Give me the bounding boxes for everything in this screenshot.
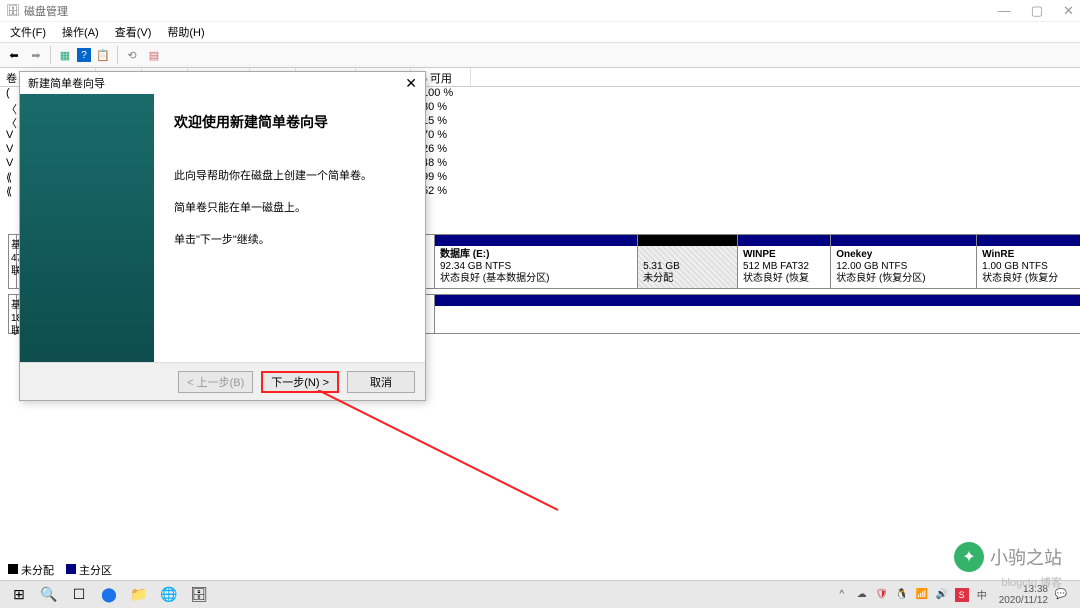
new-simple-volume-wizard: 新建简单卷向导 ✕ 欢迎使用新建简单卷向导 此向导帮助你在磁盘上创建一个简单卷。… [19, 71, 426, 401]
legend-unalloc-icon [8, 564, 18, 574]
refresh-icon[interactable]: ⟲ [122, 45, 142, 65]
partition-winre[interactable]: WinRE 1.00 GB NTFS 状态良好 (恢复分 [977, 235, 1080, 288]
wizard-title-bar: 新建简单卷向导 ✕ [20, 72, 425, 94]
wizard-back-button: < 上一步(B) [178, 371, 253, 393]
app-icon: 🗄 [6, 4, 20, 17]
wizard-text-1: 此向导帮助你在磁盘上创建一个简单卷。 [174, 168, 405, 184]
watermark: ✦ 小驹之站 [954, 542, 1062, 572]
wizard-sidebar-image [20, 94, 154, 362]
disk-label[interactable]: 基47联 [9, 235, 17, 288]
edge-icon[interactable]: ⬤ [94, 583, 124, 607]
menu-view[interactable]: 查看(V) [109, 22, 158, 42]
wechat-icon: ✦ [954, 542, 984, 572]
maximize-button[interactable]: ▢ [1031, 3, 1043, 19]
menu-action[interactable]: 操作(A) [56, 22, 105, 42]
minimize-button[interactable]: — [998, 3, 1011, 19]
forward-icon[interactable]: ➡ [26, 45, 46, 65]
tray-network-icon[interactable]: 📶 [915, 588, 929, 602]
start-button[interactable]: ⊞ [4, 583, 34, 607]
title-bar: 🗄 磁盘管理 — ▢ ✕ [0, 0, 1080, 22]
disk-label[interactable]: 基18联 [9, 295, 17, 333]
wizard-cancel-button[interactable]: 取消 [347, 371, 415, 393]
legend: 未分配 主分区 [8, 562, 112, 578]
help-icon[interactable]: ? [77, 48, 91, 62]
explorer-icon[interactable]: 📁 [124, 583, 154, 607]
wizard-next-button[interactable]: 下一步(N) > [261, 371, 339, 393]
legend-unalloc-label: 未分配 [21, 565, 54, 577]
legend-primary-label: 主分区 [79, 565, 112, 577]
tray-ime-icon[interactable]: 中 [975, 588, 989, 602]
back-icon[interactable]: ⬅ [4, 45, 24, 65]
diskmgmt-icon[interactable]: 🗄 [184, 583, 214, 607]
window-title: 磁盘管理 [24, 3, 68, 19]
wizard-text-2: 简单卷只能在单一磁盘上。 [174, 200, 405, 216]
taskbar: ⊞ 🔍 ☐ ⬤ 📁 🌐 🗄 ^ ☁ 🛡 🐧 📶 🔊 S 中 13:38 2020… [0, 580, 1080, 608]
menu-help[interactable]: 帮助(H) [161, 22, 210, 42]
partition-onekey[interactable]: Onekey 12.00 GB NTFS 状态良好 (恢复分区) [831, 235, 977, 288]
watermark-subtext: blogcto 博客 [1001, 574, 1062, 590]
partition-database-e[interactable]: 数据库 (E:) 92.34 GB NTFS 状态良好 (基本数据分区) [435, 235, 638, 288]
tools-icon[interactable]: 📋 [93, 45, 113, 65]
tray-onedrive-icon[interactable]: ☁ [855, 588, 869, 602]
wizard-heading: 欢迎使用新建简单卷向导 [174, 112, 405, 132]
search-icon[interactable]: 🔍 [34, 583, 64, 607]
menu-bar: 文件(F) 操作(A) 查看(V) 帮助(H) [0, 22, 1080, 42]
partition-unallocated[interactable]: 5.31 GB 未分配 [638, 235, 738, 288]
tray-security-icon[interactable]: 🛡 [875, 588, 889, 602]
wizard-close-button[interactable]: ✕ [405, 75, 417, 92]
annotation-arrow [318, 390, 578, 530]
task-view-icon[interactable]: ☐ [64, 583, 94, 607]
legend-primary-icon [66, 564, 76, 574]
menu-file[interactable]: 文件(F) [4, 22, 52, 42]
tray-penguin-icon[interactable]: 🐧 [895, 588, 909, 602]
wizard-title-text: 新建简单卷向导 [28, 75, 105, 91]
wizard-text-3: 单击"下一步"继续。 [174, 232, 405, 248]
partition-primary[interactable] [435, 295, 1080, 333]
tray-input-icon[interactable]: S [955, 588, 969, 602]
grid-icon[interactable]: ▦ [55, 45, 75, 65]
partition-winpe[interactable]: WINPE 512 MB FAT32 状态良好 (恢复 [738, 235, 831, 288]
tray-volume-icon[interactable]: 🔊 [935, 588, 949, 602]
watermark-text: 小驹之站 [990, 544, 1062, 570]
close-button[interactable]: ✕ [1063, 3, 1074, 19]
chrome-icon[interactable]: 🌐 [154, 583, 184, 607]
list-icon[interactable]: ▤ [144, 45, 164, 65]
tray-up-icon[interactable]: ^ [835, 588, 849, 602]
toolbar: ⬅ ➡ ▦ ? 📋 ⟲ ▤ [0, 42, 1080, 68]
